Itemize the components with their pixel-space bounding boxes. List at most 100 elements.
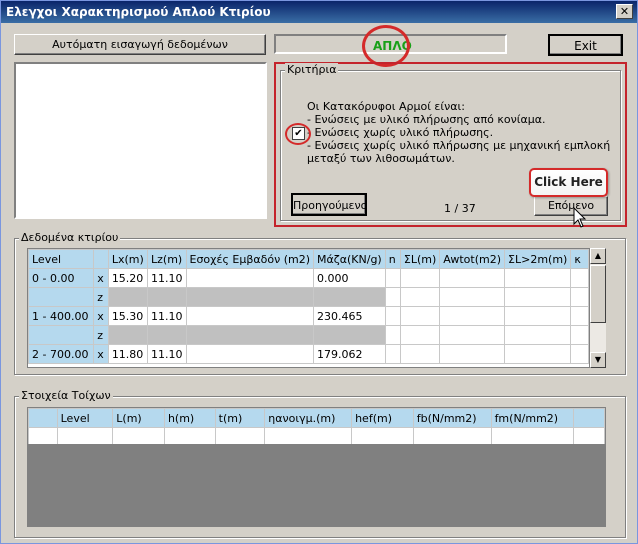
cell-n[interactable]: [384, 306, 401, 326]
criteria-option-2: - Ενώσεις χωρίς υλικό πλήρωσης.: [307, 126, 494, 139]
col-level[interactable]: Level: [28, 249, 95, 269]
walls-grid[interactable]: Level L(m) h(m) t(m) ηανοιγμ.(m) hef(m) …: [27, 407, 606, 445]
cell-mass: [313, 287, 386, 307]
col-recess-area[interactable]: Εσοχές Εμβαδόν (m2): [185, 249, 315, 269]
exit-button[interactable]: Exit: [548, 34, 623, 56]
building-scrollbar[interactable]: ▲ ▼: [590, 248, 606, 368]
col-openings[interactable]: ηανοιγμ.(m): [264, 408, 353, 428]
cell-awtot[interactable]: [439, 325, 506, 345]
cell-hef[interactable]: [351, 427, 414, 444]
building-grid[interactable]: Level Lx(m) Lz(m) Εσοχές Εμβαδόν (m2) Μά…: [27, 248, 590, 368]
cell-sum-l[interactable]: [399, 268, 441, 288]
cell-h[interactable]: [163, 427, 216, 444]
cell-level[interactable]: [28, 325, 95, 345]
col-lx[interactable]: Lx(m): [107, 249, 149, 269]
col-level[interactable]: Level: [56, 408, 114, 428]
cell-select[interactable]: [28, 427, 58, 444]
arrow-down-icon: ▼: [594, 355, 602, 364]
page-counter: 1 / 37: [444, 202, 476, 215]
cell-sum-l2[interactable]: [504, 325, 572, 345]
cell-n[interactable]: [384, 325, 401, 345]
col-h[interactable]: h(m): [163, 408, 216, 428]
cell-awtot[interactable]: [439, 344, 506, 364]
cell-axis: z: [93, 287, 109, 307]
cell-sum-l2[interactable]: [504, 344, 572, 364]
col-t[interactable]: t(m): [214, 408, 266, 428]
cell-awtot[interactable]: [439, 268, 506, 288]
cell-awtot[interactable]: [439, 287, 506, 307]
col-select[interactable]: [28, 408, 58, 428]
col-sum-l[interactable]: ΣL(m): [399, 249, 441, 269]
cell-l[interactable]: [112, 427, 165, 444]
cell-recess[interactable]: [185, 344, 315, 364]
cell-lx[interactable]: 15.20: [107, 268, 149, 288]
cell-lx[interactable]: 11.80: [107, 344, 149, 364]
auto-input-button[interactable]: Αυτόματη εισαγωγή δεδομένων: [14, 34, 266, 55]
cell-recess[interactable]: [185, 268, 315, 288]
next-button[interactable]: Επόμενο: [534, 196, 608, 216]
cell-n[interactable]: [384, 287, 401, 307]
cell-lz[interactable]: 11.10: [147, 344, 187, 364]
col-l[interactable]: L(m): [112, 408, 165, 428]
cell-kappa[interactable]: [570, 306, 589, 326]
table-row: z: [28, 287, 589, 307]
cell-sum-l2[interactable]: [504, 306, 572, 326]
cell-level[interactable]: 2 - 700.00: [28, 344, 95, 364]
col-fm[interactable]: fm(N/mm2): [490, 408, 575, 428]
cell-level[interactable]: 1 - 400.00: [28, 306, 95, 326]
col-lz[interactable]: Lz(m): [147, 249, 187, 269]
close-icon: ✕: [619, 5, 630, 18]
cell-kappa[interactable]: [570, 325, 589, 345]
cell-n[interactable]: [384, 344, 401, 364]
col-n[interactable]: n: [384, 249, 401, 269]
cell-level[interactable]: [28, 287, 95, 307]
cell-kappa[interactable]: [570, 268, 589, 288]
criteria-option-1: - Ενώσεις με υλικό πλήρωσης από κονίαμα.: [307, 113, 546, 126]
criteria-heading: Οι Κατακόρυφοι Αρμοί είναι:: [307, 100, 465, 113]
cell-lz[interactable]: 11.10: [147, 306, 187, 326]
criteria-list-box[interactable]: [14, 62, 267, 219]
cell-mass[interactable]: 0.000: [313, 268, 386, 288]
cell-n[interactable]: [384, 268, 401, 288]
table-row: 0 - 0.00 x 15.20 11.10 0.000: [28, 268, 589, 288]
col-hef[interactable]: hef(m): [351, 408, 414, 428]
col-fb[interactable]: fb(N/mm2): [412, 408, 492, 428]
scroll-up-button[interactable]: ▲: [590, 248, 606, 264]
cell-extra[interactable]: [573, 427, 605, 444]
cell-lz[interactable]: 11.10: [147, 268, 187, 288]
cell-sum-l[interactable]: [399, 344, 441, 364]
cell-kappa[interactable]: [570, 287, 589, 307]
cell-mass[interactable]: 179.062: [313, 344, 386, 364]
cell-recess[interactable]: [185, 306, 315, 326]
col-mass[interactable]: Μάζα(KN/g): [313, 249, 386, 269]
arrow-up-icon: ▲: [594, 251, 602, 260]
col-extra[interactable]: [573, 408, 605, 428]
cell-sum-l[interactable]: [399, 287, 441, 307]
scroll-thumb[interactable]: [590, 265, 606, 323]
cell-t[interactable]: [214, 427, 266, 444]
cell-openings[interactable]: [264, 427, 353, 444]
cell-sum-l[interactable]: [399, 325, 441, 345]
cell-mass[interactable]: 230.465: [313, 306, 386, 326]
cell-sum-l2[interactable]: [504, 287, 572, 307]
building-table: Level Lx(m) Lz(m) Εσοχές Εμβαδόν (m2) Μά…: [28, 249, 589, 364]
col-kappa[interactable]: κ: [570, 249, 589, 269]
close-button[interactable]: ✕: [616, 4, 633, 19]
scroll-down-button[interactable]: ▼: [590, 352, 606, 368]
cell-sum-l2[interactable]: [504, 268, 572, 288]
table-row: 2 - 700.00 x 11.80 11.10 179.062: [28, 344, 589, 364]
cell-level[interactable]: 0 - 0.00: [28, 268, 95, 288]
col-axis[interactable]: [93, 249, 109, 269]
col-awtot[interactable]: Awtot(m2): [439, 249, 506, 269]
cell-sum-l[interactable]: [399, 306, 441, 326]
cell-fm[interactable]: [490, 427, 575, 444]
cell-axis: z: [93, 325, 109, 345]
cell-level[interactable]: [56, 427, 114, 444]
previous-button[interactable]: Προηγούμενο: [291, 193, 367, 216]
col-sum-l2[interactable]: ΣL>2m(m): [504, 249, 572, 269]
cell-lx[interactable]: 15.30: [107, 306, 149, 326]
cell-axis: x: [93, 344, 109, 364]
cell-kappa[interactable]: [570, 344, 589, 364]
cell-fb[interactable]: [412, 427, 492, 444]
cell-awtot[interactable]: [439, 306, 506, 326]
